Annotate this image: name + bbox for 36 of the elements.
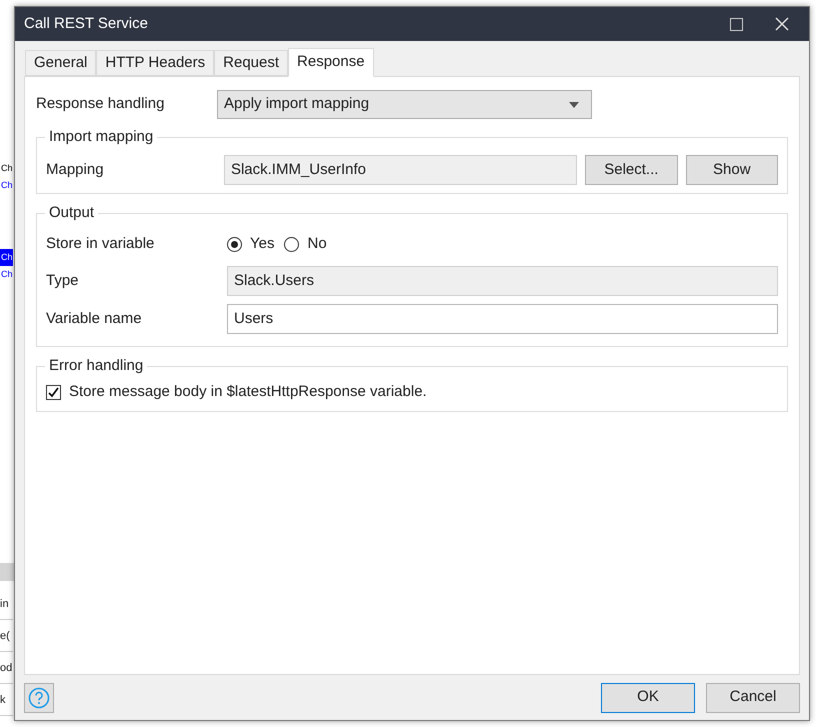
group-title: Error handling <box>45 357 148 375</box>
type-field[interactable]: Slack.Users <box>227 266 778 296</box>
help-icon <box>28 686 50 709</box>
list-item-fragment: Ch <box>0 268 13 281</box>
list-item-fragment: Ch <box>0 249 13 266</box>
field-label: Type <box>46 270 80 291</box>
text-fragment: k <box>0 684 13 716</box>
maximize-icon <box>730 18 742 30</box>
window-title: Call REST Service <box>24 14 148 34</box>
response-handling-dropdown[interactable]: Apply import mapping <box>217 90 592 119</box>
tab[interactable]: Request <box>214 50 288 76</box>
variable-name-field[interactable]: Users <box>227 304 778 334</box>
group-title: Import mapping <box>45 128 158 146</box>
header-bar <box>0 563 14 581</box>
dialog-button[interactable]: Cancel <box>706 682 800 713</box>
close-icon <box>775 17 789 31</box>
list-item-fragment: Ch <box>0 179 13 192</box>
field-label: Store in variable <box>46 234 156 254</box>
field-label: Mapping <box>46 160 105 180</box>
radio-option[interactable]: No <box>284 232 327 256</box>
dialog-button[interactable]: OK <box>601 682 695 713</box>
mapping-button[interactable]: Select... <box>585 155 678 185</box>
field-label: Variable name <box>46 308 143 329</box>
radio-option[interactable]: Yes <box>227 232 274 256</box>
tab[interactable]: General <box>25 50 96 76</box>
field-label: Response handling <box>36 94 166 114</box>
text-fragment: in <box>0 588 13 620</box>
dropdown-arrow-icon <box>569 102 579 108</box>
text-fragment: e( <box>0 620 13 652</box>
mapping-button[interactable]: Show <box>686 155 778 185</box>
list-item-fragment: Ch <box>0 162 13 175</box>
tab[interactable]: Response <box>288 48 374 77</box>
group-title: Output <box>45 204 98 222</box>
text-fragment: od <box>0 652 13 684</box>
mapping-field[interactable]: Slack.IMM_UserInfo <box>224 155 578 185</box>
tab[interactable]: HTTP Headers <box>96 50 214 76</box>
